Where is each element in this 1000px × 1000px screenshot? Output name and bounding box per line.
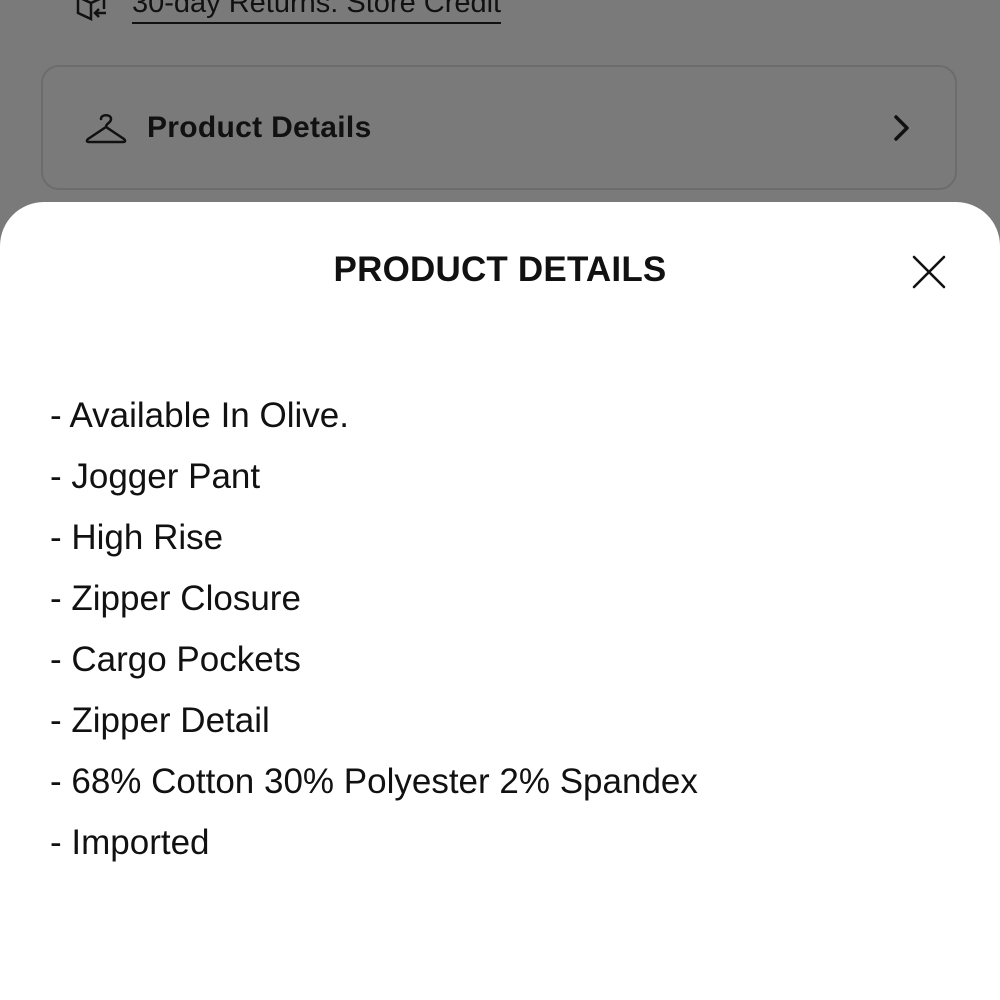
product-details-sheet: PRODUCT DETAILS - Available In Olive. - …	[0, 202, 1000, 1000]
returns-row: 30-day Returns: Store Credit	[74, 0, 502, 24]
list-item: - Available In Olive.	[50, 396, 349, 435]
page: 30-day Returns: Store Credit Product Det…	[0, 0, 1000, 1000]
list-item: - Imported	[50, 823, 210, 862]
chevron-right-icon	[894, 114, 909, 141]
list-item: - High Rise	[50, 518, 224, 557]
returns-policy-link[interactable]: 30-day Returns: Store Credit	[132, 0, 502, 24]
product-details-list: - Available In Olive. - Jogger Pant - Hi…	[50, 385, 698, 873]
close-icon	[912, 255, 946, 289]
list-item: - 68% Cotton 30% Polyester 2% Spandex	[50, 762, 698, 801]
close-button[interactable]	[905, 252, 953, 292]
list-item: - Cargo Pockets	[50, 640, 301, 679]
product-details-label: Product Details	[147, 110, 372, 144]
sheet-title: PRODUCT DETAILS	[333, 250, 667, 289]
list-item: - Zipper Closure	[50, 579, 301, 618]
returns-box-icon	[76, 0, 106, 21]
list-item: - Zipper Detail	[50, 701, 270, 740]
product-details-card[interactable]: Product Details	[41, 65, 957, 190]
hanger-icon	[85, 113, 127, 143]
list-item: - Jogger Pant	[50, 457, 261, 496]
